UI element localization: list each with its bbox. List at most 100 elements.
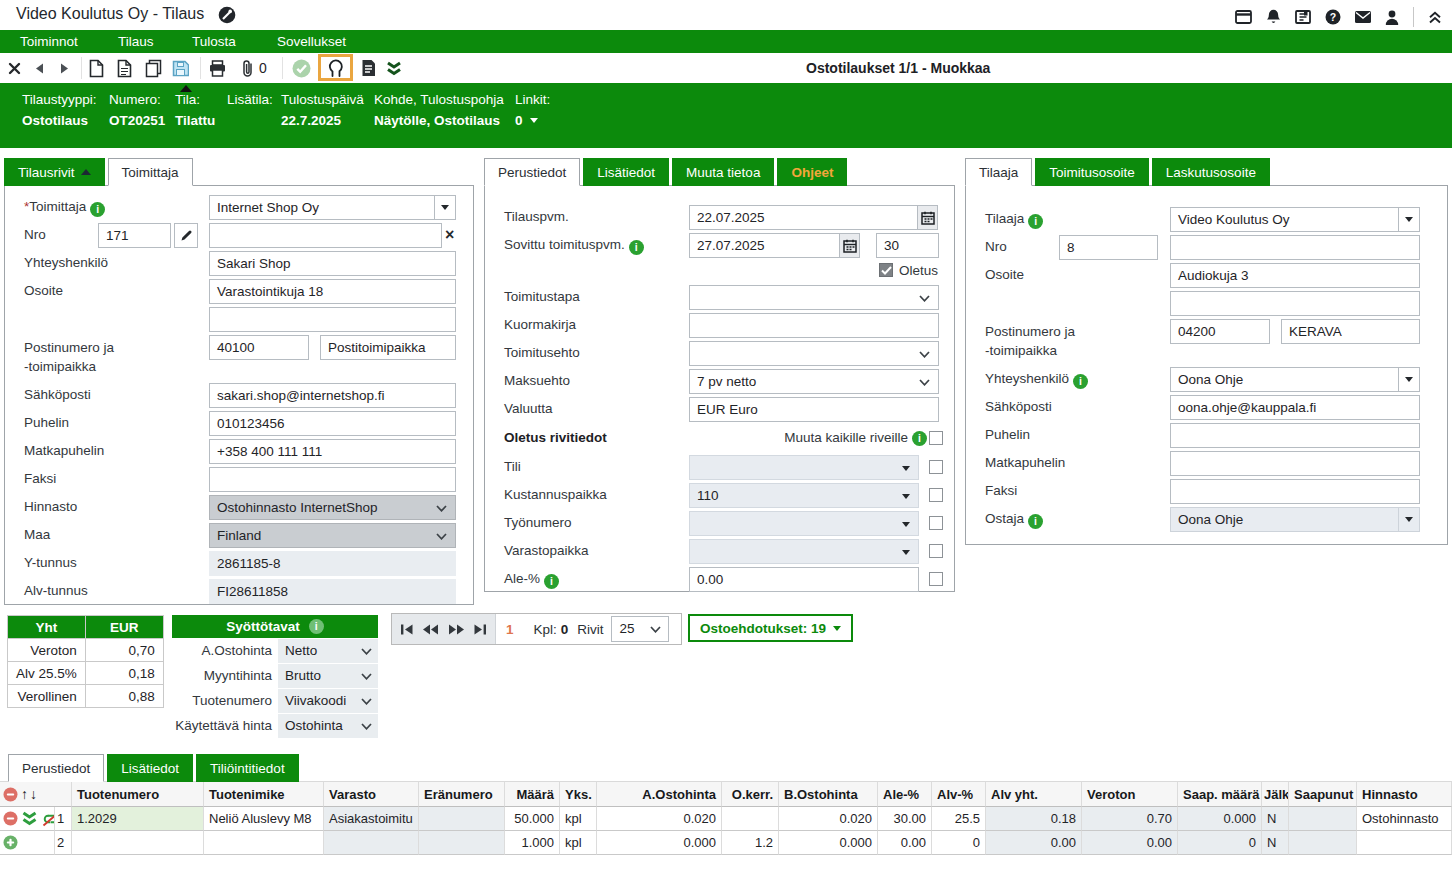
report-document-icon[interactable]: [361, 53, 376, 83]
check-circle-icon[interactable]: [292, 53, 311, 83]
bell-icon[interactable]: [1266, 9, 1281, 25]
field-value[interactable]: [689, 313, 939, 338]
field-value[interactable]: 27.07.2025: [689, 233, 840, 258]
checkbox[interactable]: [929, 516, 943, 530]
field-value[interactable]: Oona Ohje: [1170, 367, 1420, 392]
double-chevron-down-icon[interactable]: [21, 811, 38, 826]
field-value[interactable]: 40100: [209, 335, 309, 360]
field-value[interactable]: [689, 455, 919, 480]
details-tab-ohjeet[interactable]: Ohjeet: [777, 158, 847, 186]
edit-number-button[interactable]: [174, 223, 198, 248]
purchase-suggestions-button[interactable]: Ostoehdotukset: 19: [688, 614, 853, 642]
field-value[interactable]: EUR Euro: [689, 397, 939, 422]
default-checkbox[interactable]: [879, 263, 893, 277]
menu-tilaus[interactable]: Tilaus: [118, 30, 154, 53]
user-icon[interactable]: [1385, 10, 1399, 25]
entry-mode-select[interactable]: Ostohinta: [278, 714, 378, 738]
field-value[interactable]: 30: [876, 233, 939, 258]
cell-yks[interactable]: kpl: [560, 831, 597, 855]
calendar-button[interactable]: [917, 205, 938, 230]
cell-tuotenimike[interactable]: Neliö Aluslevy M8: [204, 807, 324, 831]
cell-b-ostohinta[interactable]: 0.020: [779, 807, 878, 831]
field-value[interactable]: Oona Ohje: [1170, 507, 1420, 532]
unlink-icon[interactable]: [41, 811, 55, 827]
field-value[interactable]: Postitoimipaikka: [320, 335, 456, 360]
field-value[interactable]: Ostohinnasto InternetShop: [209, 495, 456, 520]
double-chevron-down-icon[interactable]: [386, 53, 402, 83]
cell-ale[interactable]: 30.00: [878, 807, 932, 831]
paperclip-icon[interactable]: 0: [241, 53, 267, 83]
cell-tuotenimike[interactable]: [204, 831, 324, 855]
field-value[interactable]: Internet Shop Oy: [209, 195, 456, 220]
cell-a-ostohinta[interactable]: 0.000: [597, 831, 722, 855]
field-value[interactable]: 171: [98, 223, 171, 248]
customer-tab-laskutusosoite[interactable]: Laskutusosoite: [1152, 158, 1270, 186]
details-tab-perustiedot[interactable]: Perustiedot: [484, 158, 580, 186]
field-value[interactable]: [1170, 479, 1420, 504]
menu-tulosta[interactable]: Tulosta: [192, 30, 236, 53]
cell-m-r[interactable]: 1.000: [505, 831, 560, 855]
cell-b-ostohinta[interactable]: 0.000: [779, 831, 878, 855]
save-icon[interactable]: [172, 53, 189, 83]
field-value[interactable]: 04200: [1170, 319, 1270, 344]
dropdown-button[interactable]: [434, 196, 455, 219]
supplier-tab-toimittaja[interactable]: Toimittaja: [108, 158, 193, 186]
dropdown-button[interactable]: [1398, 508, 1419, 531]
copy-document-icon[interactable]: [145, 53, 162, 83]
print-icon[interactable]: [209, 53, 226, 83]
field-value[interactable]: [209, 223, 442, 248]
field-value[interactable]: 7 pv netto: [689, 369, 939, 394]
rows-tab-tili-intitiedot[interactable]: Tiliöintitiedot: [196, 754, 299, 782]
details-tab-lis-tiedot[interactable]: Lisätiedot: [583, 158, 669, 186]
dropdown-button[interactable]: [1398, 208, 1419, 231]
dropdown-button[interactable]: [1398, 368, 1419, 391]
pager-next-icon[interactable]: [448, 624, 465, 635]
field-value[interactable]: sakari.shop@internetshop.fi: [209, 383, 456, 408]
checkbox[interactable]: [929, 544, 943, 558]
nav-back-icon[interactable]: [35, 53, 44, 83]
rows-tab-perustiedot[interactable]: Perustiedot: [8, 754, 104, 782]
field-value[interactable]: [689, 285, 939, 310]
sort-arrows[interactable]: ↑↓: [21, 782, 39, 807]
field-value[interactable]: 0.00: [689, 567, 919, 592]
cell-ale[interactable]: 0.00: [878, 831, 932, 855]
menu-toiminnot[interactable]: Toiminnot: [20, 30, 78, 53]
cell-yks[interactable]: kpl: [560, 807, 597, 831]
clear-icon[interactable]: ×: [445, 224, 454, 246]
help-icon[interactable]: ?: [1325, 9, 1341, 25]
cell-a-ostohinta[interactable]: 0.020: [597, 807, 722, 831]
cell-hinnasto[interactable]: Ostohinnasto: [1357, 807, 1452, 831]
field-value[interactable]: [689, 341, 939, 366]
add-row-icon[interactable]: [3, 835, 18, 850]
nav-forward-icon[interactable]: [60, 53, 69, 83]
window-icon[interactable]: [1235, 10, 1252, 24]
field-value[interactable]: Audiokuja 3: [1170, 263, 1420, 288]
field-value[interactable]: [209, 307, 456, 332]
menu-sovellukset[interactable]: Sovellukset: [277, 30, 346, 53]
checkbox[interactable]: [929, 488, 943, 502]
field-value[interactable]: 8: [1059, 235, 1158, 260]
field-value[interactable]: [209, 467, 456, 492]
field-value[interactable]: Varastointikuja 18: [209, 279, 456, 304]
card-icon[interactable]: [1295, 10, 1311, 24]
checkbox[interactable]: [929, 460, 943, 474]
supplier-tab-tilausrivit[interactable]: Tilausrivit: [4, 158, 105, 186]
field-value[interactable]: [689, 511, 919, 536]
field-value[interactable]: 010123456: [209, 411, 456, 436]
checkbox[interactable]: [929, 431, 943, 445]
checkbox[interactable]: [929, 572, 943, 586]
customer-tab-toimitusosoite[interactable]: Toimitusosoite: [1035, 158, 1149, 186]
field-value[interactable]: Video Koulutus Oy: [1170, 207, 1420, 232]
cell-alv[interactable]: 0: [932, 831, 986, 855]
pager-prev-icon[interactable]: [422, 624, 439, 635]
cell-tuotenumero[interactable]: 1.2029: [72, 807, 204, 831]
customer-tab-tilaaja[interactable]: Tilaaja: [965, 158, 1032, 186]
cell-alv[interactable]: 25.5: [932, 807, 986, 831]
field-value[interactable]: KERAVA: [1281, 319, 1420, 344]
remove-row-icon[interactable]: [3, 811, 18, 826]
page-size-select[interactable]: 25: [611, 616, 669, 642]
mail-icon[interactable]: [1355, 11, 1371, 23]
field-value[interactable]: Finland: [209, 523, 456, 548]
field-value[interactable]: oona.ohje@kauppala.fi: [1170, 395, 1420, 420]
field-value[interactable]: Sakari Shop: [209, 251, 456, 276]
